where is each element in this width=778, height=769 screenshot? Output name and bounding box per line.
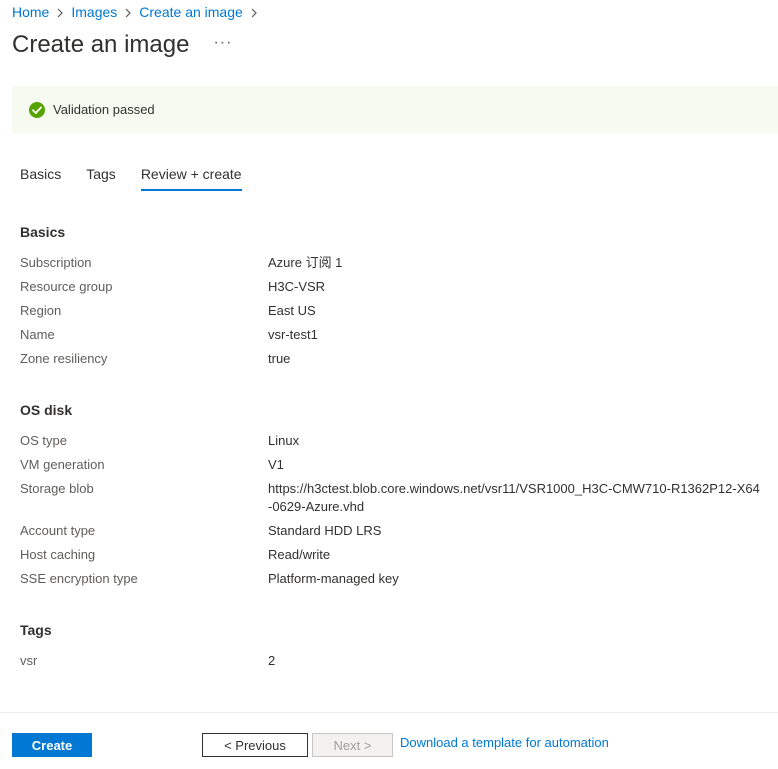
section-os-disk: OS disk OS type Linux VM generation V1 S… [20,402,770,594]
page-title: Create an image [12,31,190,58]
row-label: Host caching [20,547,96,562]
row-label: vsr [20,653,38,668]
tab-list: Basics Tags Review + create [20,165,267,191]
validation-banner: Validation passed [12,86,778,133]
row-value: Read/write [268,547,331,562]
row-label: Region [20,303,62,318]
validation-message: Validation passed [53,102,155,117]
section-title-tags: Tags [20,622,52,638]
summary-row: Host caching Read/write [20,546,770,564]
row-value: true [268,351,291,366]
row-label: VM generation [20,457,105,472]
previous-button[interactable]: < Previous [202,733,308,757]
row-value: East US [268,303,316,318]
row-value: Standard HDD LRS [268,523,382,538]
chevron-right-icon [243,5,265,19]
breadcrumb-create-an-image[interactable]: Create an image [139,4,243,20]
row-value: https://h3ctest.blob.core.windows.net/vs… [268,481,760,514]
row-label: Subscription [20,255,92,270]
summary-row: Name vsr-test1 [20,326,770,344]
row-value: Azure 订阅 1 [268,255,343,270]
section-basics: Basics Subscription Azure 订阅 1 Resource … [20,224,770,374]
row-value: Platform-managed key [268,571,399,586]
breadcrumb-images[interactable]: Images [71,4,117,20]
summary-row: SSE encryption type Platform-managed key [20,570,770,588]
summary-row: Subscription Azure 订阅 1 [20,254,770,272]
breadcrumb-home[interactable]: Home [12,4,49,20]
row-value: 2 [268,653,276,668]
summary-row: Resource group H3C-VSR [20,278,770,296]
summary-row: OS type Linux [20,432,770,450]
row-label: SSE encryption type [20,571,138,586]
row-label: OS type [20,433,67,448]
more-options-icon[interactable]: ··· [213,35,232,51]
summary-row: Storage blob https://h3ctest.blob.core.w… [20,480,770,516]
summary-row: vsr 2 [20,652,770,670]
breadcrumb: Home Images Create an image [12,4,265,20]
create-button[interactable]: Create [12,733,92,757]
download-template-link[interactable]: Download a template for automation [400,735,609,751]
chevron-right-icon [117,5,139,19]
tab-basics[interactable]: Basics [20,165,61,191]
row-value: V1 [268,457,284,472]
footer-divider [0,712,778,713]
summary-row: Region East US [20,302,770,320]
tab-tags[interactable]: Tags [86,165,116,191]
chevron-right-icon [49,5,71,19]
summary-row: VM generation V1 [20,456,770,474]
next-button: Next > [312,733,393,757]
summary-row: Account type Standard HDD LRS [20,522,770,540]
row-value: vsr-test1 [268,327,318,342]
title-row: Create an image ··· [12,30,232,60]
row-label: Name [20,327,55,342]
row-label: Account type [20,523,96,538]
section-title-os-disk: OS disk [20,402,73,418]
summary-row: Zone resiliency true [20,350,770,368]
row-label: Zone resiliency [20,351,108,366]
row-value: Linux [268,433,300,448]
section-tags: Tags vsr 2 [20,622,770,676]
tab-review-create[interactable]: Review + create [140,165,242,191]
row-label: Resource group [20,279,113,294]
section-title-basics: Basics [20,224,66,240]
row-value: H3C-VSR [268,279,326,294]
check-circle-icon [28,101,46,119]
row-label: Storage blob [20,481,94,496]
